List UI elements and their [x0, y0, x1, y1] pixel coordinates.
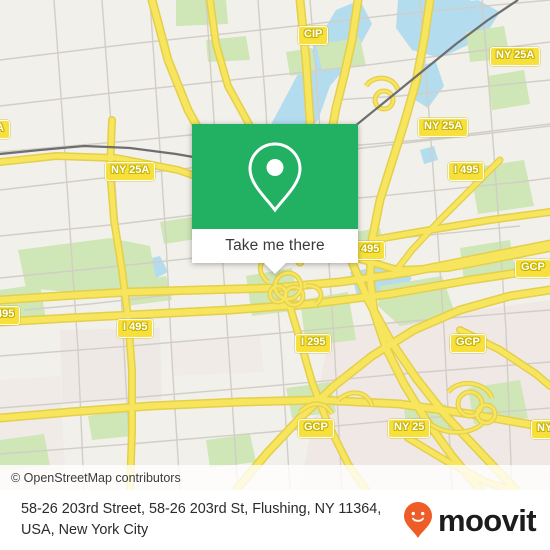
road-shield: NY 25A: [418, 118, 469, 137]
attribution-text[interactable]: © OpenStreetMap contributors: [11, 471, 181, 485]
map-attribution-bar: © OpenStreetMap contributors: [0, 465, 550, 490]
road-shield: GCP: [450, 334, 486, 353]
moovit-brand[interactable]: moovit: [403, 501, 537, 539]
popup-tail: [264, 263, 286, 274]
road-shield: I 295: [295, 334, 332, 353]
take-me-there-label: Take me there: [225, 237, 325, 254]
moovit-wordmark: moovit: [437, 502, 537, 538]
popup-header: [192, 124, 358, 229]
address-label: 58-26 203rd Street, 58-26 203rd St, Flus…: [21, 501, 382, 538]
road-shield: A: [0, 120, 10, 139]
road-shield: 495: [355, 241, 386, 260]
take-me-there-button[interactable]: Take me there: [192, 229, 358, 263]
road-shield: NY: [531, 420, 550, 439]
map-screenshot: CIP NY 25A NY 25A NY 25A A I 495 GCP 495…: [0, 0, 550, 550]
footer-bar: 58-26 203rd Street, 58-26 203rd St, Flus…: [0, 490, 550, 550]
road-shield: I 495: [117, 319, 154, 338]
road-shield: 495: [0, 306, 21, 325]
location-popup[interactable]: Take me there: [192, 124, 358, 274]
road-shield: NY 25A: [105, 162, 156, 181]
road-shield: I 495: [448, 162, 485, 181]
road-shield: GCP: [298, 419, 334, 438]
road-shield: GCP: [515, 259, 550, 278]
road-shield: NY 25: [388, 419, 431, 438]
location-pin-icon: [248, 141, 302, 212]
road-shield: CIP: [298, 26, 329, 45]
moovit-smiley-pin-icon: [403, 502, 432, 538]
road-shield: NY 25A: [490, 47, 541, 66]
map-canvas[interactable]: CIP NY 25A NY 25A NY 25A A I 495 GCP 495…: [0, 0, 550, 490]
